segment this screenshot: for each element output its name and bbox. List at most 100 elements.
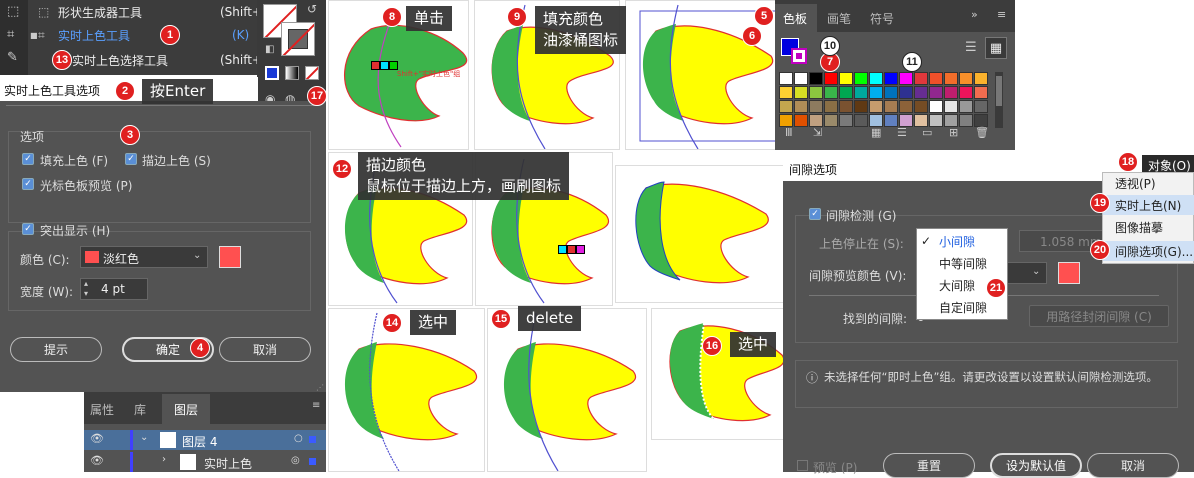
color-select[interactable]: 淡红色 ⌄ [80, 246, 208, 268]
swatch-cell[interactable] [914, 86, 928, 99]
swatch-cell[interactable] [869, 100, 883, 113]
swatch-cell[interactable] [809, 86, 823, 99]
swatch-cell[interactable] [944, 86, 958, 99]
panel-menu-icon[interactable]: ≡ [997, 8, 1006, 21]
dropdown-option-small[interactable]: ✓ 小间隙 [917, 231, 1007, 251]
cancel-button[interactable]: 取消 [219, 337, 311, 362]
swatch-cell[interactable] [944, 72, 958, 85]
swatch-cell[interactable] [929, 72, 943, 85]
pane-8[interactable] [487, 308, 647, 472]
stepper-icon[interactable]: ▴ ▾ [84, 279, 88, 299]
pane-9[interactable] [651, 308, 786, 440]
swatch-cell[interactable] [794, 72, 808, 85]
show-kinds-icon[interactable]: ⇲ [813, 126, 822, 139]
swatch-cell[interactable] [824, 114, 838, 127]
swatch-cell[interactable] [974, 72, 988, 85]
swatch-cell[interactable] [839, 100, 853, 113]
gap-stop-dropdown[interactable]: ✓ 小间隙 中等间隙 大间隙 自定间隙 [916, 228, 1008, 320]
swatch-cell[interactable] [899, 100, 913, 113]
highlight-checkbox[interactable]: ✓ [22, 223, 34, 235]
swatch-cell[interactable] [794, 114, 808, 127]
tab-symbols[interactable]: 符号 [870, 10, 894, 27]
swatch-cell[interactable] [779, 72, 793, 85]
swatch-cell[interactable] [959, 114, 973, 127]
stroke-indicator[interactable] [791, 48, 807, 64]
reset-button[interactable]: 重置 [883, 453, 975, 478]
swatch-cell[interactable] [809, 100, 823, 113]
swatch-cell[interactable] [884, 72, 898, 85]
swap-arrow-icon[interactable]: ↺ [307, 2, 317, 16]
tab-swatches[interactable]: 色板 [783, 10, 807, 27]
panel-collapse-icon[interactable]: » [971, 8, 978, 21]
preview-checkbox[interactable]: ✓ [22, 178, 34, 190]
tips-button[interactable]: 提示 [10, 337, 102, 362]
preview-checkbox[interactable] [797, 460, 808, 471]
color-mode-icon[interactable] [265, 66, 279, 80]
stroke-checkbox[interactable]: ✓ [125, 153, 137, 165]
swatch-options-icon[interactable]: ☰ [897, 126, 907, 139]
tab-brushes[interactable]: 画笔 [827, 10, 851, 27]
menu-item-gap-options[interactable]: 间隙选项(G)... [1103, 241, 1194, 261]
dropdown-option-large[interactable]: 大间隙 [939, 275, 975, 295]
tab-properties[interactable]: 属性 [90, 401, 114, 418]
shape-builder-icon[interactable]: ⬚ [7, 4, 19, 19]
swatch-cell[interactable] [974, 86, 988, 99]
color-swatch-button[interactable] [219, 246, 241, 268]
swatch-cell[interactable] [854, 100, 868, 113]
gradient-mode-icon[interactable] [285, 66, 299, 80]
swatch-cell[interactable] [959, 86, 973, 99]
new-group-icon[interactable]: ▭ [922, 126, 932, 139]
menu-item-perspective[interactable]: 透视(P) [1103, 173, 1194, 193]
none-mode-icon[interactable] [305, 66, 319, 80]
swatch-cell[interactable] [854, 72, 868, 85]
swatch-cell[interactable] [869, 86, 883, 99]
swatch-cell[interactable] [884, 86, 898, 99]
stroke-swatch[interactable] [281, 22, 315, 56]
pane-7[interactable] [328, 308, 485, 472]
chevron-right-icon[interactable]: › [162, 454, 166, 465]
swatch-cell[interactable] [839, 114, 853, 127]
swatch-cell[interactable] [914, 100, 928, 113]
list-view-icon[interactable]: ☰ [965, 40, 977, 55]
close-gaps-button[interactable]: 用路径封闭间隙 (C) [1029, 305, 1169, 327]
pane-6[interactable] [615, 165, 784, 303]
chevron-down-icon[interactable]: ⌄ [140, 432, 148, 443]
swatch-library-icon[interactable]: Ⅲ [785, 126, 793, 139]
eye-icon[interactable]: 👁 [90, 454, 104, 467]
swatch-cell[interactable] [854, 114, 868, 127]
swatch-cell[interactable] [839, 72, 853, 85]
target-icon[interactable]: ◎ [291, 455, 300, 466]
object-menu[interactable]: 透视(P) 实时上色(N) 图像描摹 间隙选项(G)... [1102, 172, 1194, 264]
tool-item-live-paint-bucket[interactable]: ■ ⌗ 实时上色工具 (K) [30, 25, 249, 45]
swatch-cell[interactable] [959, 100, 973, 113]
swatch-cell[interactable] [854, 86, 868, 99]
swatch-cell[interactable] [929, 100, 943, 113]
swatch-cell[interactable] [884, 100, 898, 113]
swatch-cell[interactable] [914, 72, 928, 85]
swatch-cell[interactable] [899, 72, 913, 85]
swatch-cell[interactable] [839, 86, 853, 99]
preview-color-swatch[interactable] [1058, 262, 1080, 284]
eyedropper-icon[interactable]: ✎ [7, 50, 18, 65]
swatch-cell[interactable] [929, 86, 943, 99]
set-default-button[interactable]: 设为默认值 [990, 453, 1082, 478]
dropdown-option-custom[interactable]: 自定间隙 [939, 297, 987, 317]
swatch-cell[interactable] [974, 100, 988, 113]
menu-item-live-paint[interactable]: 实时上色(N) [1103, 195, 1194, 215]
swatch-cell[interactable] [809, 72, 823, 85]
swatch-cell[interactable] [959, 72, 973, 85]
live-paint-bucket-icon[interactable]: ⌗ [7, 27, 14, 42]
swatch-cell[interactable] [794, 100, 808, 113]
swatch-scrollbar[interactable] [995, 72, 1003, 128]
panel-menu-icon[interactable]: ≡ [312, 400, 320, 411]
swatch-cell[interactable] [824, 100, 838, 113]
swatch-cell[interactable] [779, 100, 793, 113]
swatch-cell[interactable] [869, 72, 883, 85]
default-colors-icon[interactable]: ◧ [265, 44, 274, 55]
resize-grip-icon[interactable]: ⋰ [316, 383, 324, 392]
layer-row[interactable]: 👁 › 实时上色 ◎ [84, 452, 326, 472]
tab-layers[interactable]: 图层 [174, 401, 198, 418]
tab-libraries[interactable]: 库 [134, 401, 146, 418]
menu-item-image-trace[interactable]: 图像描摹 [1103, 217, 1194, 237]
swatch-cell[interactable] [944, 100, 958, 113]
